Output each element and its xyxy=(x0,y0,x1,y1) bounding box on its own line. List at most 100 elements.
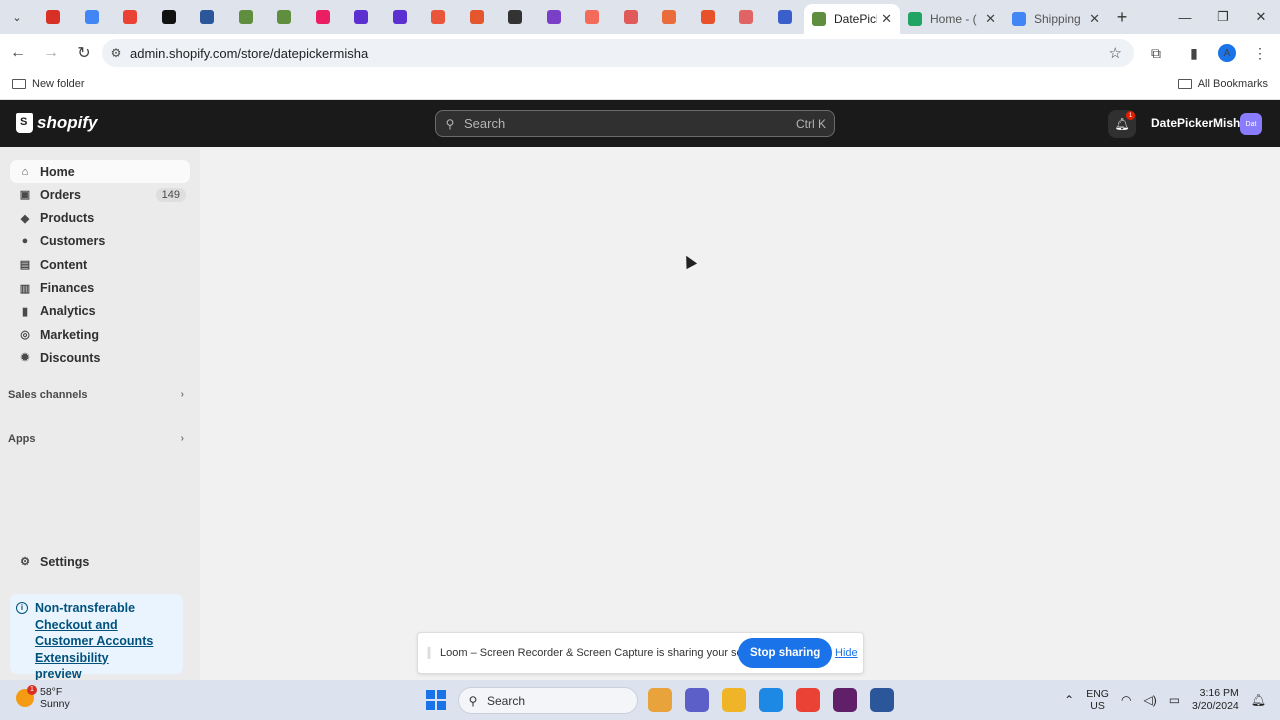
wifi-icon[interactable]: ◠ xyxy=(1121,693,1131,707)
sidebar-item-finances[interactable]: ▥ Finances xyxy=(10,277,190,300)
pinned-tab[interactable] xyxy=(650,0,689,34)
taskbar-app-icon[interactable] xyxy=(648,688,672,712)
back-icon[interactable]: ← xyxy=(3,38,33,68)
browser-tab-strip: ⌄ DatePick ✕ Home - ( ✕ Shipping ✕ + — ❐… xyxy=(0,0,1280,34)
drag-handle-icon[interactable]: ║ xyxy=(418,648,440,659)
extensions-icon[interactable]: ⧉ xyxy=(1142,45,1170,62)
pinned-tab[interactable] xyxy=(342,0,381,34)
pinned-tab[interactable] xyxy=(689,0,728,34)
pinned-tab[interactable] xyxy=(265,0,304,34)
shopify-logo[interactable]: shopify xyxy=(16,113,97,133)
notifications-button[interactable]: 🔔︎ 1 xyxy=(1108,110,1136,138)
taskbar-app-icon[interactable] xyxy=(722,688,746,712)
taskbar-app-icon[interactable] xyxy=(796,688,820,712)
minimize-icon[interactable]: — xyxy=(1166,0,1204,34)
pinned-tab[interactable] xyxy=(458,0,497,34)
pinned-tab[interactable] xyxy=(381,0,420,34)
store-avatar[interactable]: Dat xyxy=(1240,113,1262,135)
new-tab-button[interactable]: + xyxy=(1108,7,1136,28)
pinned-tab[interactable] xyxy=(419,0,458,34)
hide-button[interactable]: Hide xyxy=(835,647,858,659)
volume-icon[interactable]: ◁) xyxy=(1143,693,1156,707)
bookmark-star-icon[interactable]: ☆ xyxy=(1109,44,1122,62)
language-indicator[interactable]: ENG US xyxy=(1086,688,1109,712)
sidebar-item-products[interactable]: ◆ Products xyxy=(10,207,190,230)
site-settings-icon[interactable]: ⚙ xyxy=(102,46,130,60)
drive-favicon-icon xyxy=(908,12,922,26)
close-icon[interactable]: ✕ xyxy=(985,11,996,27)
close-window-icon[interactable]: ✕ xyxy=(1242,0,1280,34)
notice-suffix: preview xyxy=(35,667,82,681)
pinned-tab[interactable] xyxy=(727,0,766,34)
sidebar-item-discounts[interactable]: ✹ Discounts xyxy=(10,346,190,369)
favicon-icon xyxy=(623,10,638,24)
pinned-tab[interactable] xyxy=(188,0,227,34)
bookmark-new-folder[interactable]: New folder xyxy=(12,78,85,90)
restore-icon[interactable]: ❐ xyxy=(1204,0,1242,34)
docs-favicon-icon xyxy=(1012,12,1026,26)
tag-icon: ◆ xyxy=(20,212,30,225)
discount-icon: ✹ xyxy=(20,352,30,365)
sidebar-item-label: Discounts xyxy=(40,350,101,365)
pinned-tab[interactable] xyxy=(34,0,73,34)
favicon-icon xyxy=(200,10,215,24)
tab-home[interactable]: Home - ( ✕ xyxy=(900,4,1004,34)
pinned-tab[interactable] xyxy=(612,0,651,34)
close-icon[interactable]: ✕ xyxy=(1089,11,1100,27)
sidebar-section-apps[interactable]: Apps › xyxy=(8,433,188,445)
sidebar-item-orders[interactable]: ▣ Orders 149 xyxy=(10,183,190,206)
pinned-tab[interactable] xyxy=(573,0,612,34)
sidebar-item-settings[interactable]: ⚙ Settings xyxy=(10,550,190,573)
sidebar-item-marketing[interactable]: ◎ Marketing xyxy=(10,323,190,346)
time: 3:16 PM xyxy=(1199,687,1239,699)
person-icon: ● xyxy=(21,235,29,248)
weather-widget[interactable]: 1 58°F Sunny xyxy=(16,685,70,710)
favicon-icon xyxy=(277,10,292,24)
taskbar-app-icon[interactable] xyxy=(759,688,783,712)
pinned-tab[interactable] xyxy=(73,0,112,34)
sidebar-item-analytics[interactable]: ▮ Analytics xyxy=(10,300,190,323)
pinned-tab[interactable] xyxy=(111,0,150,34)
screen-share-bar: ║ Loom – Screen Recorder & Screen Captur… xyxy=(417,632,864,674)
kebab-menu-icon[interactable]: ⋮ xyxy=(1246,45,1274,62)
taskbar-search[interactable]: ⚲ Search xyxy=(458,687,638,714)
taskbar-app-icon[interactable] xyxy=(685,688,709,712)
reload-icon[interactable]: ↻ xyxy=(69,38,99,68)
pinned-tab[interactable] xyxy=(496,0,535,34)
sidebar-item-content[interactable]: ▤ Content xyxy=(10,253,190,276)
sidebar-item-home[interactable]: ⌂ Home xyxy=(10,160,190,183)
stop-sharing-button[interactable]: Stop sharing xyxy=(738,638,833,668)
battery-icon[interactable]: ▭ xyxy=(1169,693,1180,707)
windows-start-icon[interactable] xyxy=(426,690,446,710)
sidebar-section-sales-channels[interactable]: Sales channels › xyxy=(8,389,188,401)
notification-bell-icon[interactable]: 🔔︎ xyxy=(1251,693,1266,707)
url-text: admin.shopify.com/store/datepickermisha xyxy=(130,45,369,61)
pinned-tab[interactable] xyxy=(304,0,343,34)
tab-search-icon[interactable]: ⌄ xyxy=(0,0,34,34)
pinned-tab[interactable] xyxy=(150,0,189,34)
close-icon[interactable]: ✕ xyxy=(881,11,892,27)
all-bookmarks[interactable]: All Bookmarks xyxy=(1177,78,1268,90)
favicon-icon xyxy=(546,10,561,24)
info-icon: i xyxy=(16,602,28,614)
taskbar-app-icon[interactable] xyxy=(833,688,857,712)
tab-datepicker[interactable]: DatePick ✕ xyxy=(804,4,900,34)
clock[interactable]: 3:16 PM 3/20/2024 xyxy=(1192,687,1239,713)
language-code: ENG xyxy=(1086,688,1109,700)
store-name[interactable]: DatePickerMisha xyxy=(1151,116,1247,130)
chevron-up-icon[interactable]: ⌃ xyxy=(1064,693,1074,707)
pinned-tab[interactable] xyxy=(766,0,805,34)
sidebar-item-customers[interactable]: ● Customers xyxy=(10,230,190,253)
tab-shipping[interactable]: Shipping ✕ xyxy=(1004,4,1108,34)
profile-avatar[interactable]: A xyxy=(1218,44,1236,62)
notice-link[interactable]: Checkout and Customer Accounts Extensibi… xyxy=(35,618,153,665)
pinned-tab[interactable] xyxy=(227,0,266,34)
url-field[interactable]: ⚙ admin.shopify.com/store/datepickermish… xyxy=(102,39,1134,67)
pinned-tab[interactable] xyxy=(535,0,574,34)
forward-icon[interactable]: → xyxy=(36,38,66,68)
sidebar-item-label: Finances xyxy=(40,281,95,295)
orders-count-badge: 149 xyxy=(155,187,186,202)
search-input[interactable]: ⚲ Search Ctrl K xyxy=(435,110,835,137)
taskbar-app-icon[interactable] xyxy=(870,688,894,712)
side-panel-icon[interactable]: ▮ xyxy=(1180,45,1208,62)
